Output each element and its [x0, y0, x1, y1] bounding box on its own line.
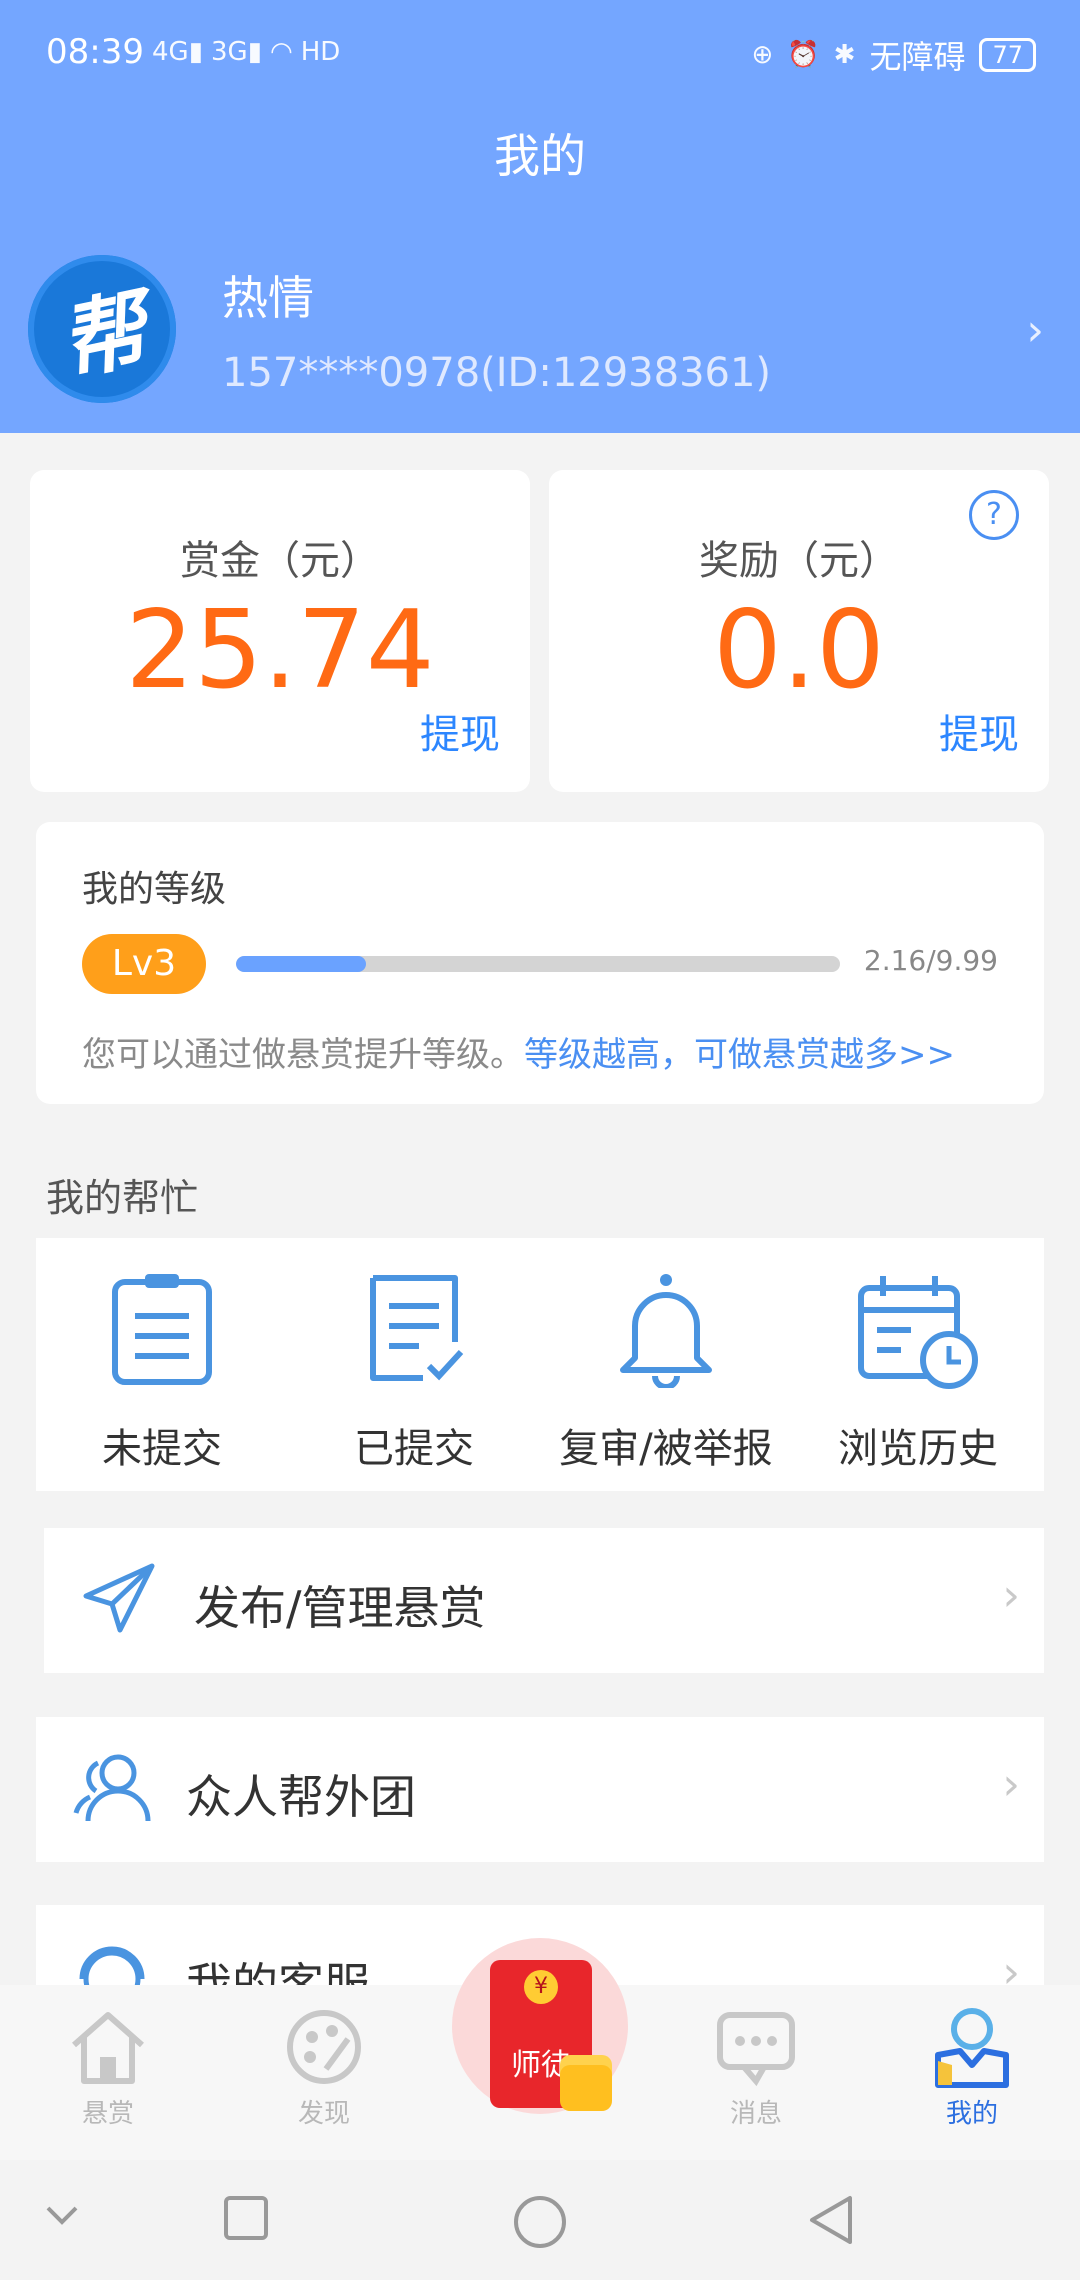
- chevron-right-icon: ›: [1002, 1947, 1020, 1985]
- reward-amount: 0.0: [713, 588, 885, 713]
- menu-row-label: 发布/管理悬赏: [194, 1581, 486, 1635]
- bounty-amount: 25.74: [125, 588, 435, 713]
- reward-label: 奖励（元）: [699, 538, 899, 584]
- quick-action-review-reported[interactable]: 复审/被举报: [540, 1238, 792, 1491]
- quick-action-label: 已提交: [354, 1426, 474, 1472]
- reward-withdraw-button[interactable]: 提现: [939, 702, 1019, 760]
- signal-4g-icon: 4G▮: [151, 37, 203, 67]
- chevron-right-icon: ›: [1002, 1759, 1020, 1810]
- bell-icon: [620, 1274, 712, 1388]
- reward-card: ? 奖励（元） 0.0 提现: [549, 470, 1049, 792]
- my-help-grid: 未提交 已提交 复审/被举报 浏览历史: [36, 1238, 1044, 1491]
- level-desc-text: 您可以通过做悬赏提升等级。: [82, 1035, 524, 1075]
- menu-row-label: 众人帮外团: [186, 1770, 416, 1824]
- palette-icon: [287, 2010, 361, 2084]
- profile-chevron-right-icon[interactable]: ›: [1026, 305, 1044, 356]
- calendar-clock-icon: [858, 1276, 978, 1389]
- level-description: 您可以通过做悬赏提升等级。等级越高，可做悬赏越多>>: [82, 1027, 955, 1076]
- tab-messages[interactable]: 消息: [686, 1985, 826, 2160]
- avatar[interactable]: 帮: [28, 255, 176, 403]
- quick-action-label: 未提交: [102, 1426, 222, 1472]
- yuan-coin-icon: ¥: [524, 1970, 558, 2004]
- level-progress-fill: [236, 956, 367, 972]
- my-help-section-title: 我的帮忙: [46, 1176, 199, 1220]
- quick-action-label: 复审/被举报: [559, 1426, 773, 1472]
- tab-label: 我的: [945, 2099, 998, 2129]
- customer-service-icon: [79, 1946, 145, 1985]
- avatar-logo-char: 帮: [52, 278, 155, 393]
- level-badge: Lv3: [82, 934, 206, 994]
- status-bar: 08:39 4G▮ 3G▮ ◠ HD ⊕ ⏰ ✱ 无障碍 77: [0, 0, 1080, 110]
- battery-icon: 77: [979, 38, 1036, 72]
- hd-icon: HD: [300, 37, 341, 67]
- tab-label: 消息: [729, 2099, 782, 2129]
- page-title: 我的: [494, 129, 586, 183]
- signal-3g-icon: 3G▮: [211, 37, 263, 67]
- tab-label: 发现: [297, 2099, 350, 2129]
- chat-icon: [717, 2012, 795, 2087]
- wifi-icon: ◠: [270, 37, 293, 67]
- coin-stack-icon: [560, 2065, 612, 2111]
- status-time: 08:39: [46, 32, 144, 72]
- profile-header: 08:39 4G▮ 3G▮ ◠ HD ⊕ ⏰ ✱ 无障碍 77 我的 帮 热情 …: [0, 0, 1080, 433]
- paper-plane-icon: [83, 1563, 155, 1633]
- bounty-withdraw-button[interactable]: 提现: [420, 702, 500, 760]
- level-more-link[interactable]: 等级越高，可做悬赏越多>>: [524, 1035, 955, 1075]
- bounty-card: 赏金（元） 25.74 提现: [30, 470, 530, 792]
- chevron-down-icon[interactable]: [42, 2194, 82, 2234]
- quick-action-label: 浏览历史: [838, 1426, 998, 1472]
- clipboard-icon: [112, 1274, 212, 1385]
- user-phone-id: 157****0978(ID:12938361): [222, 350, 772, 396]
- lock-rotation-icon: ⊕: [751, 40, 774, 70]
- back-icon[interactable]: [806, 2194, 856, 2246]
- menu-row-outsourcing[interactable]: 众人帮外团 ›: [36, 1717, 1044, 1862]
- tab-bounty[interactable]: 悬赏: [38, 1985, 178, 2160]
- chevron-right-icon: ›: [1002, 1570, 1020, 1621]
- alarm-icon: ⏰: [787, 40, 820, 70]
- tab-label: 悬赏: [81, 2099, 134, 2129]
- document-check-icon: [370, 1275, 464, 1381]
- menu-row-label: 我的客服: [186, 1958, 370, 1985]
- menu-row-publish-manage[interactable]: 发布/管理悬赏 ›: [44, 1528, 1044, 1673]
- home-button-icon[interactable]: [512, 2194, 568, 2250]
- bluetooth-icon: ✱: [833, 40, 856, 70]
- quick-action-history[interactable]: 浏览历史: [792, 1238, 1044, 1491]
- recent-apps-icon[interactable]: [222, 2194, 270, 2242]
- accessibility-text: 无障碍: [869, 38, 966, 76]
- level-title: 我的等级: [82, 869, 227, 910]
- level-progress-text: 2.16/9.99: [863, 944, 998, 977]
- tab-discover[interactable]: 发现: [254, 1985, 394, 2160]
- quick-action-not-submitted[interactable]: 未提交: [36, 1238, 288, 1491]
- user-nickname: 热情: [222, 271, 314, 325]
- tab-me[interactable]: 我的: [902, 1985, 1042, 2160]
- profile-icon: [935, 2008, 1009, 2088]
- status-right: ⊕ ⏰ ✱ 无障碍 77: [751, 32, 1036, 78]
- users-icon: [73, 1754, 151, 1822]
- quick-action-submitted[interactable]: 已提交: [288, 1238, 540, 1491]
- bounty-label: 赏金（元）: [180, 538, 380, 584]
- level-card: 我的等级 Lv3 2.16/9.99 您可以通过做悬赏提升等级。等级越高，可做悬…: [36, 822, 1044, 1104]
- home-icon: [72, 2012, 144, 2084]
- level-progress-bar: [236, 956, 840, 972]
- status-left: 08:39 4G▮ 3G▮ ◠ HD: [46, 32, 340, 72]
- system-navigation-bar: [0, 2160, 1080, 2280]
